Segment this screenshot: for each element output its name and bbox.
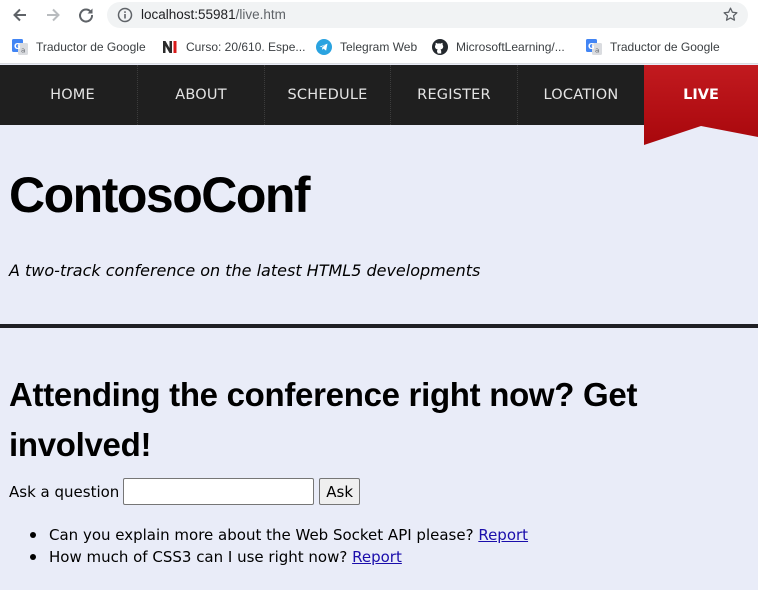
telegram-icon (316, 39, 332, 55)
bookmark-item[interactable]: Ga Traductor de Google (12, 38, 146, 56)
google-translate-icon: Ga (586, 39, 602, 55)
ni-icon (162, 39, 178, 55)
ask-button[interactable]: Ask (319, 478, 361, 505)
question-text: Can you explain more about the Web Socke… (49, 526, 479, 544)
bookmark-label: MicrosoftLearning/... (456, 40, 565, 54)
bookmark-label: Curso: 20/610. Espe... (186, 40, 306, 54)
star-icon[interactable] (722, 6, 739, 28)
bookmark-label: Traductor de Google (610, 40, 720, 54)
svg-text:a: a (21, 47, 25, 55)
svg-text:G: G (14, 42, 21, 51)
question-input[interactable] (123, 478, 315, 505)
nav-schedule[interactable]: SCHEDULE (264, 65, 390, 125)
bookmark-item[interactable]: Telegram Web (316, 38, 417, 56)
list-item: Can you explain more about the Web Socke… (30, 524, 528, 546)
bookmark-label: Traductor de Google (36, 40, 146, 54)
url-host: localhost:55981 (141, 7, 236, 22)
list-item: How much of CSS3 can I use right now? Re… (30, 546, 528, 568)
url-text: localhost:55981/live.htm (141, 7, 286, 22)
github-icon (432, 39, 448, 55)
bookmark-label: Telegram Web (340, 40, 418, 54)
nav-home[interactable]: HOME (8, 65, 137, 125)
bookmark-item[interactable]: Ga Traductor de Google (586, 38, 720, 56)
nav-location[interactable]: LOCATION (517, 65, 644, 125)
section-heading: Attending the conference right now? Get … (9, 376, 638, 463)
nav-live[interactable]: LIVE (644, 65, 758, 125)
bookmarks-bar: Ga Traductor de Google Curso: 20/610. Es… (0, 31, 758, 64)
page-tagline: A two-track conference on the latest HTM… (9, 261, 481, 280)
nav-register[interactable]: REGISTER (390, 65, 517, 125)
reload-icon[interactable] (74, 4, 98, 26)
svg-text:a: a (595, 47, 599, 55)
back-icon[interactable] (8, 4, 32, 26)
svg-text:G: G (588, 42, 595, 51)
address-bar[interactable]: localhost:55981/live.htm (107, 2, 748, 28)
url-path: /live.htm (235, 7, 286, 22)
forward-icon[interactable] (41, 4, 65, 26)
nav-about[interactable]: ABOUT (137, 65, 264, 125)
question-text: How much of CSS3 can I use right now? (49, 548, 353, 566)
google-translate-icon: Ga (12, 39, 28, 55)
page-title: ContosoConf (9, 167, 311, 223)
browser-toolbar: localhost:55981/live.htm (0, 0, 758, 31)
ask-label: Ask a question (9, 482, 120, 501)
bookmark-item[interactable]: Curso: 20/610. Espe... (162, 38, 305, 56)
bookmark-item[interactable]: MicrosoftLearning/... (432, 38, 565, 56)
ask-form: Ask a question Ask (9, 478, 361, 505)
report-link[interactable]: Report (478, 526, 528, 544)
question-list: Can you explain more about the Web Socke… (30, 524, 528, 568)
report-link[interactable]: Report (352, 548, 402, 566)
header-divider (0, 324, 758, 328)
info-icon[interactable] (117, 7, 133, 28)
